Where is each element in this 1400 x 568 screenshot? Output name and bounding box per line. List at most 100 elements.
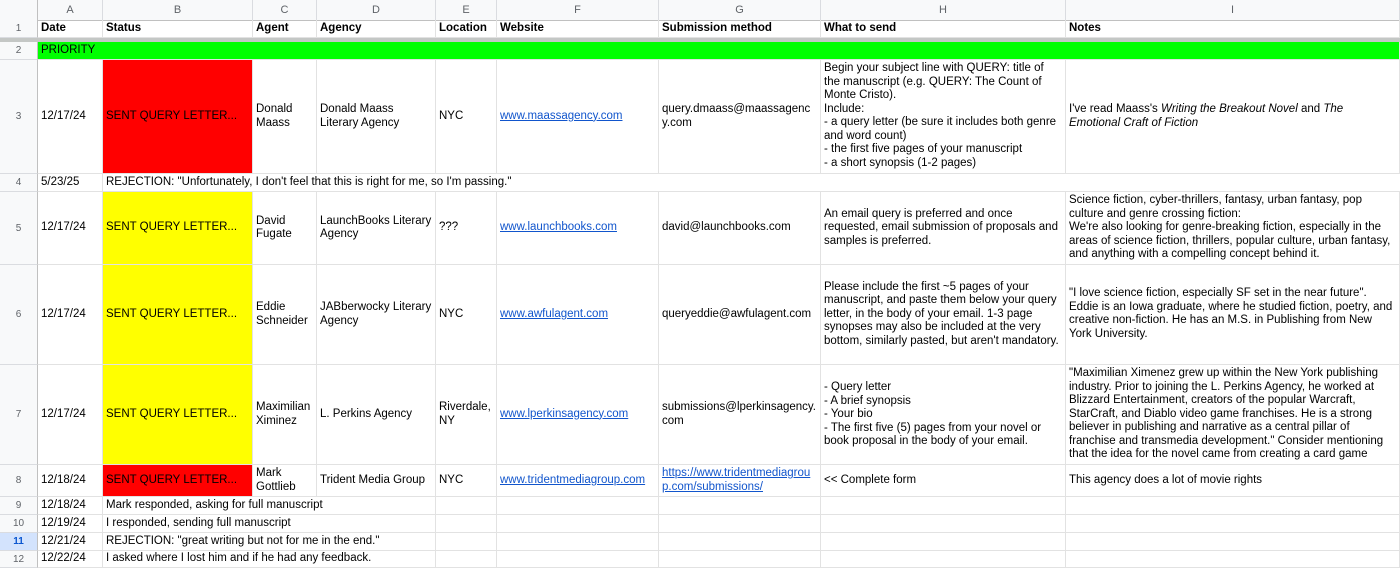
status-cell[interactable]: SENT QUERY LETTER... — [103, 265, 253, 365]
date-cell[interactable]: 12/17/24 — [38, 365, 103, 465]
what-to-send-cell[interactable]: << Complete form — [821, 465, 1066, 497]
status-cell[interactable]: SENT QUERY LETTER... — [103, 465, 253, 497]
empty-cell[interactable] — [659, 533, 821, 551]
column-header-a[interactable]: A — [38, 0, 103, 20]
empty-cell[interactable] — [659, 551, 821, 568]
location-cell[interactable]: NYC — [436, 465, 497, 497]
header-agency[interactable]: Agency — [317, 20, 436, 38]
agent-cell[interactable]: Mark Gottlieb — [253, 465, 317, 497]
header-website[interactable]: Website — [497, 20, 659, 38]
notes-cell[interactable]: "I love science fiction, especially SF s… — [1066, 265, 1400, 365]
empty-cell[interactable] — [1066, 551, 1400, 568]
log-entry-cell[interactable]: REJECTION: "great writing but not for me… — [103, 533, 436, 551]
submission-link[interactable]: https://www.tridentmediagroup.com/submis… — [662, 467, 817, 494]
website-link[interactable]: www.tridentmediagroup.com — [500, 474, 645, 488]
what-to-send-cell[interactable]: Begin your subject line with QUERY: titl… — [821, 60, 1066, 174]
website-cell[interactable]: www.awfulagent.com — [497, 265, 659, 365]
header-submission-method[interactable]: Submission method — [659, 20, 821, 38]
header-what-to-send[interactable]: What to send — [821, 20, 1066, 38]
agency-cell[interactable]: JABberwocky Literary Agency — [317, 265, 436, 365]
column-header-d[interactable]: D — [317, 0, 436, 20]
notes-cell[interactable]: I've read Maass's Writing the Breakout N… — [1066, 60, 1400, 174]
row-number[interactable]: 6 — [0, 265, 38, 365]
location-cell[interactable]: ??? — [436, 192, 497, 265]
empty-cell[interactable] — [436, 533, 497, 551]
what-to-send-cell[interactable]: An email query is preferred and once req… — [821, 192, 1066, 265]
priority-banner[interactable]: PRIORITY — [38, 42, 1400, 60]
date-cell[interactable]: 12/18/24 — [38, 497, 103, 515]
log-entry-cell[interactable]: I asked where I lost him and if he had a… — [103, 551, 436, 568]
header-location[interactable]: Location — [436, 20, 497, 38]
log-entry-cell[interactable]: REJECTION: "Unfortunately, I don't feel … — [103, 174, 1400, 192]
location-cell[interactable]: NYC — [436, 60, 497, 174]
submission-cell[interactable]: david@launchbooks.com — [659, 192, 821, 265]
website-cell[interactable]: www.launchbooks.com — [497, 192, 659, 265]
date-cell[interactable]: 12/17/24 — [38, 265, 103, 365]
date-cell[interactable]: 12/21/24 — [38, 533, 103, 551]
agent-cell[interactable]: Donald Maass — [253, 60, 317, 174]
agency-cell[interactable]: L. Perkins Agency — [317, 365, 436, 465]
header-agent[interactable]: Agent — [253, 20, 317, 38]
location-cell[interactable]: Riverdale, NY — [436, 365, 497, 465]
date-cell[interactable]: 12/18/24 — [38, 465, 103, 497]
column-header-f[interactable]: F — [497, 0, 659, 20]
row-number[interactable]: 3 — [0, 60, 38, 174]
website-link[interactable]: www.awfulagent.com — [500, 308, 608, 322]
notes-cell[interactable]: Science fiction, cyber-thrillers, fantas… — [1066, 192, 1400, 265]
column-header-b[interactable]: B — [103, 0, 253, 20]
row-number[interactable]: 5 — [0, 192, 38, 265]
status-cell[interactable]: SENT QUERY LETTER... — [103, 365, 253, 465]
log-entry-cell[interactable]: I responded, sending full manuscript — [103, 515, 436, 533]
date-cell[interactable]: 12/17/24 — [38, 192, 103, 265]
agent-cell[interactable]: David Fugate — [253, 192, 317, 265]
row-number[interactable]: 1 — [0, 20, 38, 38]
empty-cell[interactable] — [436, 497, 497, 515]
empty-cell[interactable] — [821, 497, 1066, 515]
submission-cell[interactable]: query.dmaass@maassagency.com — [659, 60, 821, 174]
log-entry-cell[interactable]: Mark responded, asking for full manuscri… — [103, 497, 436, 515]
select-all-corner[interactable] — [0, 0, 38, 20]
website-link[interactable]: www.launchbooks.com — [500, 221, 617, 235]
empty-cell[interactable] — [497, 533, 659, 551]
what-to-send-cell[interactable]: Please include the first ~5 pages of you… — [821, 265, 1066, 365]
date-cell[interactable]: 12/17/24 — [38, 60, 103, 174]
header-status[interactable]: Status — [103, 20, 253, 38]
agency-cell[interactable]: LaunchBooks Literary Agency — [317, 192, 436, 265]
submission-cell[interactable]: submissions@lperkinsagency.com — [659, 365, 821, 465]
empty-cell[interactable] — [436, 515, 497, 533]
website-cell[interactable]: www.maassagency.com — [497, 60, 659, 174]
agent-cell[interactable]: Eddie Schneider — [253, 265, 317, 365]
submission-cell[interactable]: queryeddie@awfulagent.com — [659, 265, 821, 365]
empty-cell[interactable] — [821, 533, 1066, 551]
empty-cell[interactable] — [497, 551, 659, 568]
agency-cell[interactable]: Donald Maass Literary Agency — [317, 60, 436, 174]
column-header-e[interactable]: E — [436, 0, 497, 20]
what-to-send-cell[interactable]: - Query letter - A brief synopsis - Your… — [821, 365, 1066, 465]
empty-cell[interactable] — [659, 497, 821, 515]
notes-cell[interactable]: This agency does a lot of movie rights — [1066, 465, 1400, 497]
status-cell[interactable]: SENT QUERY LETTER... — [103, 192, 253, 265]
empty-cell[interactable] — [436, 551, 497, 568]
website-link[interactable]: www.maassagency.com — [500, 110, 623, 124]
header-date[interactable]: Date — [38, 20, 103, 38]
location-cell[interactable]: NYC — [436, 265, 497, 365]
empty-cell[interactable] — [821, 515, 1066, 533]
column-header-g[interactable]: G — [659, 0, 821, 20]
submission-cell[interactable]: https://www.tridentmediagroup.com/submis… — [659, 465, 821, 497]
empty-cell[interactable] — [1066, 533, 1400, 551]
header-notes[interactable]: Notes — [1066, 20, 1400, 38]
website-link[interactable]: www.lperkinsagency.com — [500, 408, 628, 422]
row-number[interactable]: 8 — [0, 465, 38, 497]
notes-cell[interactable]: "Maximilian Ximenez grew up within the N… — [1066, 365, 1400, 465]
row-number[interactable]: 4 — [0, 174, 38, 192]
date-cell[interactable]: 5/23/25 — [38, 174, 103, 192]
column-header-c[interactable]: C — [253, 0, 317, 20]
empty-cell[interactable] — [1066, 515, 1400, 533]
row-number-selected[interactable]: 11 — [0, 533, 38, 551]
column-header-i[interactable]: I — [1066, 0, 1400, 20]
agent-cell[interactable]: Maximilian Ximinez — [253, 365, 317, 465]
row-number[interactable]: 10 — [0, 515, 38, 533]
status-cell[interactable]: SENT QUERY LETTER... — [103, 60, 253, 174]
empty-cell[interactable] — [659, 515, 821, 533]
empty-cell[interactable] — [821, 551, 1066, 568]
